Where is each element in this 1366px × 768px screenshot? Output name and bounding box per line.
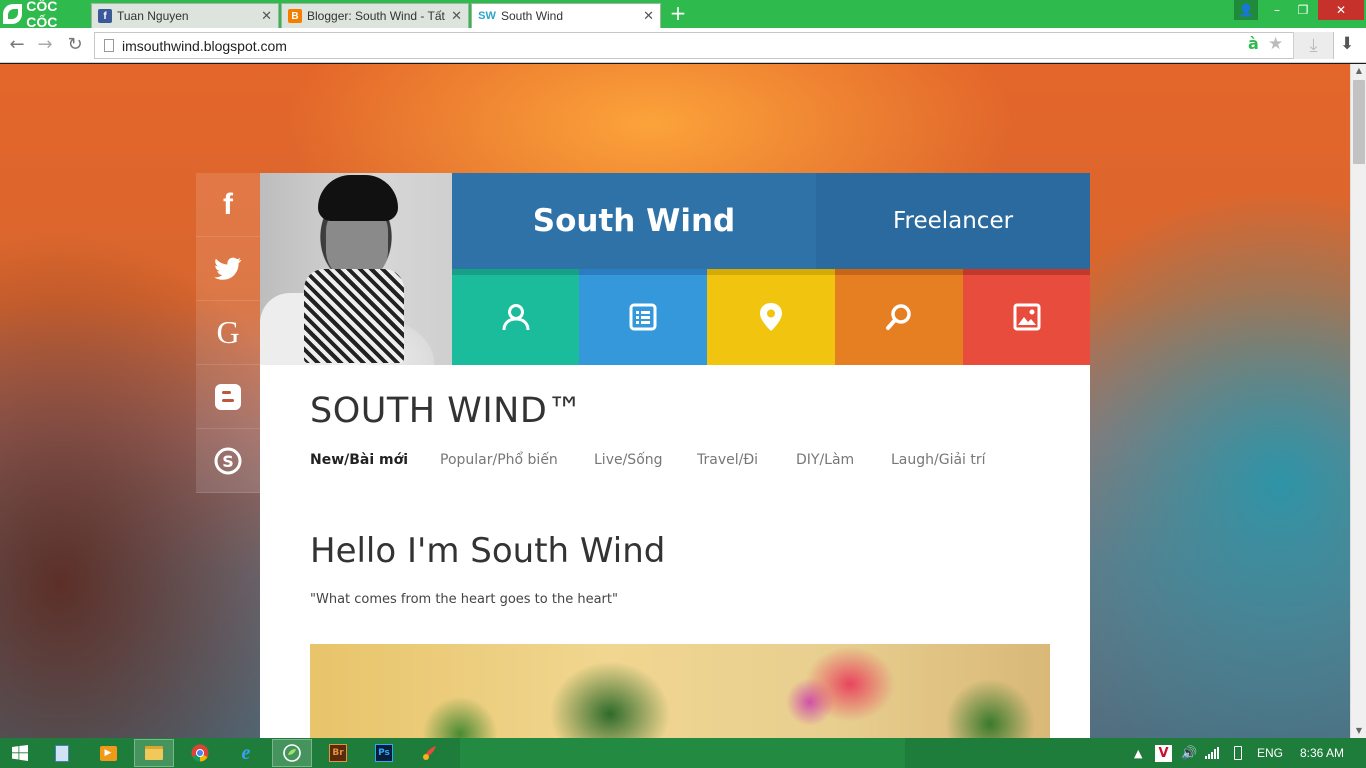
tile-about[interactable] xyxy=(452,269,579,365)
savior-download-icon[interactable]: ⤓ xyxy=(1293,32,1333,59)
twitter-link[interactable] xyxy=(196,237,260,301)
page-viewport: f G S South Wind Freelancer SOUTH WIND™ … xyxy=(0,64,1350,738)
tile-gallery[interactable] xyxy=(963,269,1090,365)
scroll-thumb[interactable] xyxy=(1353,80,1365,164)
tab-label: Tuan Nguyen xyxy=(117,9,189,23)
download-icon[interactable]: ⬇ xyxy=(1340,34,1354,54)
menu-item-diy[interactable]: DIY/Làm xyxy=(796,452,854,468)
list-icon xyxy=(629,303,657,331)
restore-button[interactable]: ❐ xyxy=(1290,0,1316,20)
facebook-link[interactable]: f xyxy=(196,173,260,237)
site-title[interactable]: South Wind xyxy=(452,173,816,269)
scroll-up-icon[interactable]: ▲ xyxy=(1351,64,1366,78)
url-text: imsouthwind.blogspot.com xyxy=(122,37,287,54)
coccoc-leaf-icon xyxy=(3,4,23,24)
blog-title[interactable]: SOUTH WIND™ xyxy=(310,391,583,431)
south-wind-favicon-icon: SW xyxy=(478,10,496,22)
tile-posts[interactable] xyxy=(579,269,707,365)
post-heading: Hello I'm South Wind xyxy=(310,531,666,571)
menu-item-travel[interactable]: Travel/Đi xyxy=(697,452,758,468)
browser-titlebar: CỐC CỐC f Tuan Nguyen ✕ B Blogger: South… xyxy=(0,0,1366,30)
blogger-icon xyxy=(215,383,241,410)
forward-arrow-icon[interactable]: → xyxy=(34,34,56,56)
menu-item-live[interactable]: Live/Sống xyxy=(594,452,663,468)
browser-logo[interactable]: CỐC CỐC xyxy=(0,0,90,30)
menu-item-laugh[interactable]: Laugh/Giải trí xyxy=(891,452,986,468)
vietnamese-input-icon[interactable]: à xyxy=(1248,34,1259,53)
vietkey-icon[interactable]: V xyxy=(1155,738,1172,768)
windows-taskbar: ▶ e Br Ps ▲ V 🔊 ENG 8:36 AM xyxy=(0,738,1366,768)
battery-icon[interactable] xyxy=(1234,738,1242,768)
page-scrollbar[interactable]: ▲ ▼ xyxy=(1350,64,1366,738)
tile-location[interactable] xyxy=(707,269,835,365)
close-window-button[interactable]: ✕ xyxy=(1318,0,1364,20)
chrome-icon[interactable] xyxy=(180,739,220,767)
address-bar[interactable]: imsouthwind.blogspot.com xyxy=(94,32,1334,59)
google-plus-link[interactable]: G xyxy=(196,301,260,365)
profile-icon[interactable]: 👤 xyxy=(1234,0,1258,20)
blogger-favicon-icon: B xyxy=(288,9,302,23)
content-card: SOUTH WIND™ New/Bài mới Popular/Phổ biến… xyxy=(260,365,1090,738)
scroll-down-icon[interactable]: ▼ xyxy=(1351,724,1366,738)
tile-search[interactable] xyxy=(835,269,963,365)
network-signal-icon[interactable] xyxy=(1205,738,1219,768)
internet-explorer-icon[interactable]: e xyxy=(226,739,266,767)
reload-icon[interactable]: ↻ xyxy=(64,34,86,56)
location-icon xyxy=(760,303,782,331)
start-icon[interactable] xyxy=(0,739,40,767)
language-indicator[interactable]: ENG xyxy=(1257,738,1283,768)
post-hero-image xyxy=(310,644,1050,738)
back-arrow-icon[interactable]: ← xyxy=(6,34,28,56)
twitter-icon xyxy=(214,257,242,280)
photo-hair xyxy=(318,175,398,221)
taskbar-empty-area xyxy=(460,738,905,768)
tab-label: Blogger: South Wind - Tất xyxy=(307,9,445,23)
photo-scarf xyxy=(304,269,404,363)
user-icon xyxy=(502,304,529,331)
facebook-icon: f xyxy=(223,187,233,221)
facebook-favicon-icon: f xyxy=(98,9,112,23)
tab-facebook[interactable]: f Tuan Nguyen ✕ xyxy=(91,3,279,28)
minimize-button[interactable]: – xyxy=(1264,0,1290,20)
menu-item-popular[interactable]: Popular/Phổ biến xyxy=(440,452,558,468)
show-hidden-icons-icon[interactable]: ▲ xyxy=(1134,738,1142,768)
browser-toolbar: ← → ↻ imsouthwind.blogspot.com à ★ ⤓ ⬇ xyxy=(0,28,1366,63)
new-tab-button[interactable]: + xyxy=(668,3,688,25)
bookmark-star-icon[interactable]: ★ xyxy=(1268,34,1283,54)
tab-south-wind[interactable]: SW South Wind ✕ xyxy=(471,3,661,28)
profile-photo xyxy=(260,173,452,365)
tab-close-icon[interactable]: ✕ xyxy=(451,8,462,24)
skype-icon: S xyxy=(214,447,242,474)
tab-close-icon[interactable]: ✕ xyxy=(643,8,654,24)
notepad-icon[interactable] xyxy=(42,739,82,767)
tab-label: South Wind xyxy=(501,9,564,23)
search-icon xyxy=(886,304,911,330)
volume-icon[interactable]: 🔊 xyxy=(1181,738,1197,768)
page-icon xyxy=(104,39,114,52)
photoshop-icon[interactable]: Ps xyxy=(364,739,404,767)
tab-close-icon[interactable]: ✕ xyxy=(261,8,272,24)
bridge-icon[interactable]: Br xyxy=(318,739,358,767)
site-tagline: Freelancer xyxy=(816,173,1090,269)
media-player-icon[interactable]: ▶ xyxy=(88,739,128,767)
blogger-link[interactable] xyxy=(196,365,260,429)
google-plus-icon: G xyxy=(216,314,240,350)
tab-blogger[interactable]: B Blogger: South Wind - Tất ✕ xyxy=(281,3,469,28)
svg-text:S: S xyxy=(222,452,234,471)
browser-name: CỐC CỐC xyxy=(26,0,58,30)
file-explorer-icon[interactable] xyxy=(134,739,174,767)
skype-link[interactable]: S xyxy=(196,429,260,493)
post-quote: "What comes from the heart goes to the h… xyxy=(310,592,618,607)
menu-item-new[interactable]: New/Bài mới xyxy=(310,452,408,468)
coccoc-icon[interactable] xyxy=(272,739,312,767)
image-icon xyxy=(1013,303,1040,331)
clock[interactable]: 8:36 AM xyxy=(1300,738,1344,768)
paint-icon[interactable] xyxy=(410,739,450,767)
